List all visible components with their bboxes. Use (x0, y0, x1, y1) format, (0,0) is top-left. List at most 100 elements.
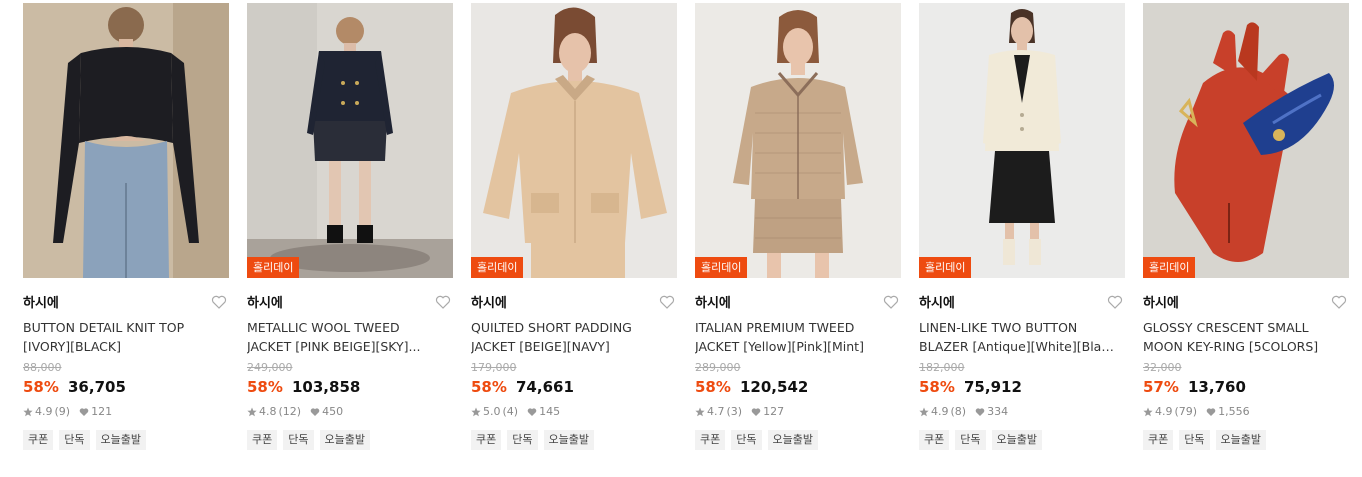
product-name[interactable]: GLOSSY CRESCENT SMALL MOON KEY-RING [5CO… (1143, 318, 1343, 356)
brand-name[interactable]: 하시에 (695, 296, 731, 311)
product-image[interactable]: 홀리데이 (695, 3, 901, 278)
original-price: 88,000 (23, 361, 62, 374)
product-card[interactable]: 하시에 BUTTON DETAIL KNIT TOP [IVORY][BLACK… (23, 3, 229, 473)
like-count: 127 (763, 405, 785, 418)
original-price: 249,000 (247, 361, 293, 374)
tag-today-ship: 오늘출발 (319, 430, 370, 450)
discount-rate: 58% (471, 378, 507, 396)
heart-icon[interactable] (659, 294, 675, 310)
original-price: 179,000 (471, 361, 517, 374)
original-price: 32,000 (1143, 361, 1182, 374)
product-name[interactable]: BUTTON DETAIL KNIT TOP [IVORY][BLACK] (23, 318, 223, 356)
tag-exclusive: 단독 (59, 430, 90, 450)
brand-name[interactable]: 하시에 (919, 296, 955, 311)
discount-rate: 58% (695, 378, 731, 396)
tag-coupon: 쿠폰 (23, 430, 54, 450)
tweed-jacket-photo (247, 3, 453, 278)
heart-small-icon (310, 408, 320, 416)
review-count: (3) (726, 405, 743, 418)
holiday-badge: 홀리데이 (247, 257, 300, 278)
star-icon (695, 407, 705, 417)
like-count: 121 (91, 405, 113, 418)
product-card[interactable]: 홀리데이 하시에 LINEN-LIKE TWO BUTTON BLAZER [A… (919, 3, 1125, 473)
heart-small-icon (527, 408, 537, 416)
heart-small-icon (79, 408, 89, 416)
tag-today-ship: 오늘출발 (543, 430, 594, 450)
sale-price: 75,912 (964, 378, 1022, 396)
review-count: (12) (278, 405, 302, 418)
product-image[interactable]: 홀리데이 (471, 3, 677, 278)
heart-icon[interactable] (435, 294, 451, 310)
rating-value: 4.7 (707, 405, 725, 418)
tag-today-ship: 오늘출발 (95, 430, 146, 450)
rating-value: 4.9 (931, 405, 949, 418)
brand-name[interactable]: 하시에 (1143, 296, 1179, 311)
product-name[interactable]: QUILTED SHORT PADDING JACKET [BEIGE][NAV… (471, 318, 671, 356)
tag-today-ship: 오늘출발 (1215, 430, 1266, 450)
heart-icon[interactable] (883, 294, 899, 310)
tweed-set-photo (695, 3, 901, 278)
sale-price: 74,661 (516, 378, 574, 396)
review-count: (79) (1174, 405, 1198, 418)
original-price: 182,000 (919, 361, 965, 374)
heart-small-icon (975, 408, 985, 416)
discount-rate: 57% (1143, 378, 1179, 396)
star-icon (471, 407, 481, 417)
like-count: 334 (987, 405, 1009, 418)
tag-today-ship: 오늘출발 (767, 430, 818, 450)
tag-exclusive: 단독 (283, 430, 314, 450)
product-image[interactable]: 홀리데이 (1143, 3, 1349, 278)
product-card[interactable]: 홀리데이 하시에 METALLIC WOOL TWEED JACKET [PIN… (247, 3, 453, 473)
brand-name[interactable]: 하시에 (247, 296, 283, 311)
rating-value: 5.0 (483, 405, 501, 418)
tag-exclusive: 단독 (507, 430, 538, 450)
rating-value: 4.9 (1155, 405, 1173, 418)
holiday-badge: 홀리데이 (1143, 257, 1196, 278)
tag-exclusive: 단독 (955, 430, 986, 450)
sale-price: 103,858 (292, 378, 361, 396)
glove-keyring-photo (1143, 3, 1349, 278)
product-image[interactable]: 홀리데이 (919, 3, 1125, 278)
product-grid: 하시에 BUTTON DETAIL KNIT TOP [IVORY][BLACK… (0, 0, 1362, 477)
padding-jacket-photo (471, 3, 677, 278)
holiday-badge: 홀리데이 (695, 257, 748, 278)
sale-price: 120,542 (740, 378, 809, 396)
brand-name[interactable]: 하시에 (471, 296, 507, 311)
heart-icon[interactable] (211, 294, 227, 310)
rating-value: 4.9 (35, 405, 53, 418)
tag-coupon: 쿠폰 (1143, 430, 1174, 450)
product-image[interactable]: 홀리데이 (247, 3, 453, 278)
review-count: (9) (54, 405, 71, 418)
tag-coupon: 쿠폰 (247, 430, 278, 450)
product-name[interactable]: METALLIC WOOL TWEED JACKET [PINK BEIGE][… (247, 318, 447, 356)
like-count: 145 (539, 405, 561, 418)
star-icon (23, 407, 33, 417)
heart-icon[interactable] (1331, 294, 1347, 310)
product-card[interactable]: 홀리데이 하시에 QUILTED SHORT PADDING JACKET [B… (471, 3, 677, 473)
heart-icon[interactable] (1107, 294, 1123, 310)
product-card[interactable]: 홀리데이 하시에 ITALIAN PREMIUM TWEED JACKET [Y… (695, 3, 901, 473)
discount-rate: 58% (247, 378, 283, 396)
product-card[interactable]: 홀리데이 하시에 GLOSSY CRESCENT SMALL MOON KEY-… (1143, 3, 1349, 473)
product-name[interactable]: ITALIAN PREMIUM TWEED JACKET [Yellow][Pi… (695, 318, 895, 356)
knit-top-photo (23, 3, 229, 278)
tag-today-ship: 오늘출발 (991, 430, 1042, 450)
sale-price: 36,705 (68, 378, 126, 396)
brand-name[interactable]: 하시에 (23, 296, 59, 311)
tag-coupon: 쿠폰 (695, 430, 726, 450)
product-image[interactable] (23, 3, 229, 278)
heart-small-icon (751, 408, 761, 416)
sale-price: 13,760 (1188, 378, 1246, 396)
blazer-photo (919, 3, 1125, 278)
star-icon (1143, 407, 1153, 417)
rating-value: 4.8 (259, 405, 277, 418)
holiday-badge: 홀리데이 (471, 257, 524, 278)
product-name[interactable]: LINEN-LIKE TWO BUTTON BLAZER [Antique][W… (919, 318, 1119, 356)
tag-coupon: 쿠폰 (471, 430, 502, 450)
tag-coupon: 쿠폰 (919, 430, 950, 450)
star-icon (247, 407, 257, 417)
like-count: 1,556 (1218, 405, 1250, 418)
tag-exclusive: 단독 (731, 430, 762, 450)
tag-exclusive: 단독 (1179, 430, 1210, 450)
like-count: 450 (322, 405, 344, 418)
